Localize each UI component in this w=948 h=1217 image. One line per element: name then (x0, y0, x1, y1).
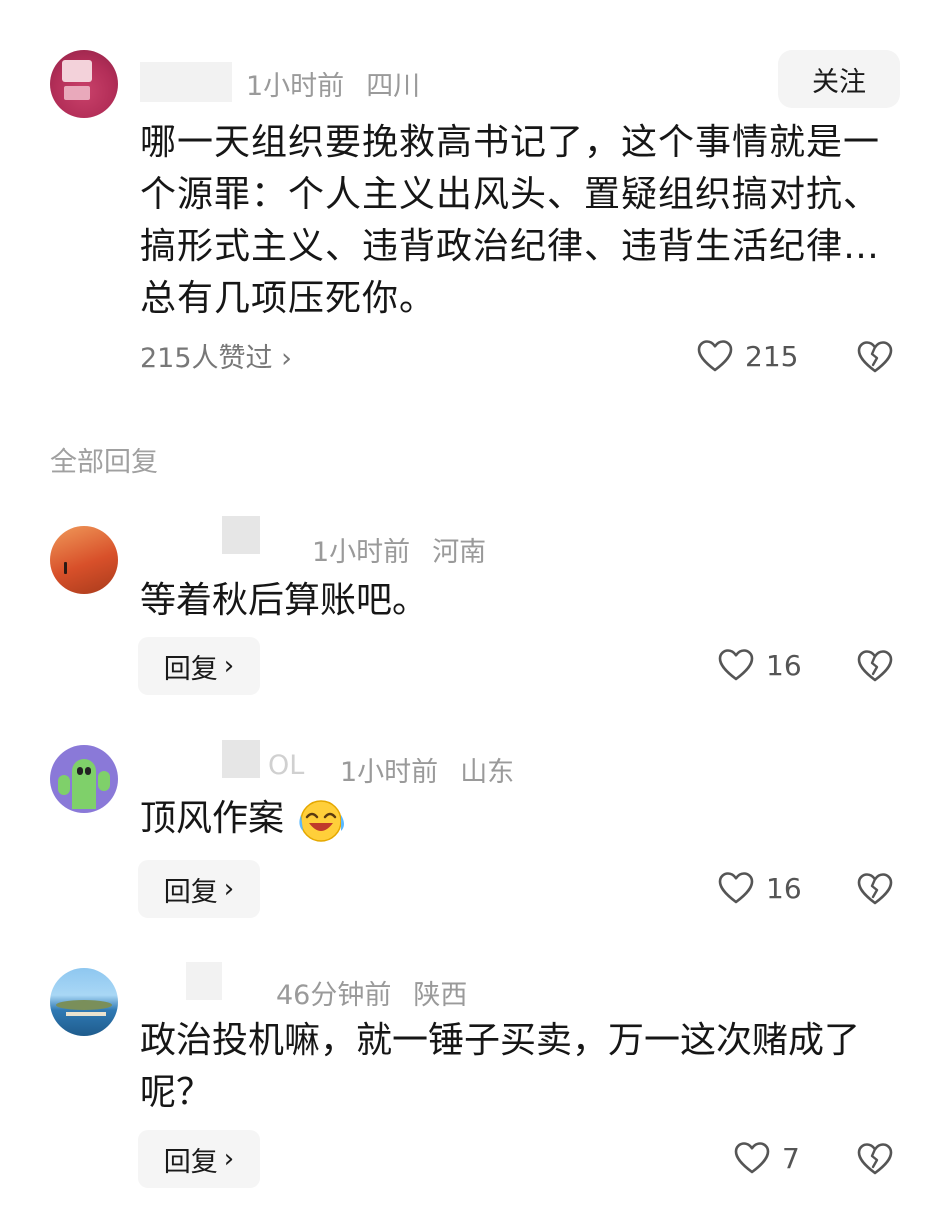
reply-1-text: 等着秋后算账吧。 (140, 580, 429, 621)
avatar-sign-shape-lower (64, 86, 90, 100)
broken-heart-icon (857, 341, 893, 373)
heart-outline-icon (734, 1142, 770, 1174)
username-redacted[interactable] (222, 740, 260, 778)
reply-button-label: 回复 (163, 1146, 218, 1178)
reply-2-dislike-button[interactable] (857, 872, 893, 910)
reply-1-time: 1小时前 (312, 537, 411, 568)
broken-heart-icon (857, 873, 893, 905)
avatar-reply-2[interactable] (50, 745, 118, 813)
avatar-cactus-arm (98, 771, 110, 791)
username-redacted[interactable] (140, 62, 232, 102)
username-redacted[interactable] (186, 962, 222, 1000)
heart-outline-icon (718, 872, 754, 904)
replies-section-title: 全部回复 (50, 447, 158, 478)
avatar-land-shape (56, 1000, 112, 1010)
reply-2-like-count: 16 (766, 871, 802, 905)
reply-button-label: 回复 (163, 876, 218, 908)
reply-2-like-button[interactable]: 16 (718, 871, 802, 905)
username-redacted[interactable] (222, 516, 260, 554)
laughing-crying-emoji-icon (299, 800, 345, 842)
avatar-cactus-arm (58, 775, 70, 795)
main-like-button[interactable]: 215 (697, 339, 798, 373)
avatar-eye (85, 767, 91, 775)
reply-3-like-button[interactable]: 7 (734, 1141, 800, 1175)
reply-2-text: 顶风作案 (140, 798, 285, 839)
avatar-reply-1[interactable] (50, 526, 118, 594)
reply-1-reply-button[interactable]: 回复 › (138, 637, 260, 695)
main-comment-meta: 1小时前 四川 (246, 64, 442, 103)
avatar-cactus-shape (72, 759, 96, 809)
reply-2-meta: 1小时前 山东 (340, 750, 536, 789)
reply-3-reply-button[interactable]: 回复 › (138, 1130, 260, 1188)
reply-1-dislike-button[interactable] (857, 649, 893, 687)
main-dislike-button[interactable] (857, 340, 893, 378)
reply-2-text-row: 顶风作案 (140, 793, 900, 845)
avatar-reply-3[interactable] (50, 968, 118, 1036)
reply-1-location: 河南 (432, 537, 487, 568)
reply-3-location: 陕西 (413, 980, 468, 1011)
reply-2-time: 1小时前 (340, 757, 439, 788)
heart-outline-icon (718, 649, 754, 681)
reply-1-meta: 1小时前 河南 (312, 530, 508, 569)
broken-heart-icon (857, 650, 893, 682)
broken-heart-icon (857, 1143, 893, 1175)
chevron-right-icon: › (223, 1144, 235, 1174)
reply-3-text: 政治投机嘛，就一锤子买卖，万一这次赌成了呢？ (140, 1020, 861, 1113)
likes-summary-link[interactable]: 215人赞过 › (140, 336, 292, 375)
avatar-figure-shape (64, 562, 67, 574)
main-comment-location: 四川 (366, 71, 421, 102)
heart-outline-icon (697, 340, 733, 372)
avatar-pier-shape (66, 1012, 106, 1016)
main-like-count: 215 (745, 339, 799, 373)
reply-3-time: 46分钟前 (276, 980, 392, 1011)
reply-button-label: 回复 (163, 653, 218, 685)
reply-2-location: 山东 (460, 757, 515, 788)
reply-3-like-count: 7 (782, 1141, 800, 1175)
follow-button[interactable]: 关注 (778, 50, 900, 108)
reply-3-dislike-button[interactable] (857, 1142, 893, 1180)
avatar-sign-shape (62, 60, 92, 82)
chevron-right-icon: › (223, 874, 235, 904)
reply-1-like-button[interactable]: 16 (718, 648, 802, 682)
reply-1-like-count: 16 (766, 648, 802, 682)
avatar-main-commenter[interactable] (50, 50, 118, 118)
reply-2-reply-button[interactable]: 回复 › (138, 860, 260, 918)
avatar-eye (77, 767, 83, 775)
reply-2-name-fragment: OL (268, 750, 305, 781)
reply-3-meta: 46分钟前 陕西 (276, 973, 489, 1012)
chevron-right-icon: › (223, 651, 235, 681)
main-comment-time: 1小时前 (246, 71, 345, 102)
main-comment-text: 哪一天组织要挽救高书记了，这个事情就是一个源罪：个人主义出风头、置疑组织搞对抗、… (140, 122, 881, 319)
